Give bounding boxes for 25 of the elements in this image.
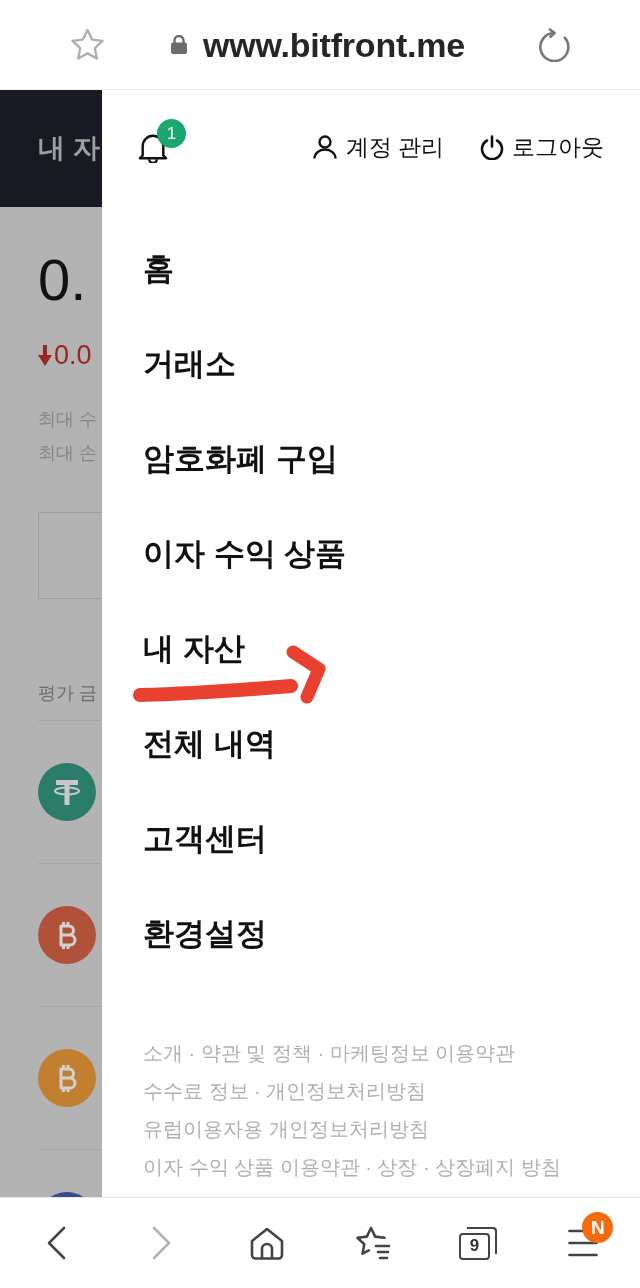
user-icon <box>312 135 337 159</box>
change-value: 0.0 <box>54 339 92 371</box>
bookmark-star-icon[interactable] <box>70 27 105 62</box>
logout-button[interactable]: 로그아웃 <box>480 132 604 162</box>
power-icon <box>480 134 504 160</box>
bookmarks-icon[interactable] <box>354 1225 392 1261</box>
menu-item[interactable]: 내 자산 <box>143 628 245 669</box>
menu-item[interactable]: 전체 내역 <box>143 723 276 764</box>
menu-item[interactable]: 홈 <box>143 248 174 289</box>
menu-item[interactable]: 이자 수익 상품 <box>143 533 347 574</box>
notification-badge: 1 <box>157 119 186 148</box>
section-label: 평가 금 <box>38 682 98 705</box>
url-text[interactable]: www.bitfront.me <box>203 24 466 65</box>
back-icon[interactable] <box>47 1226 67 1260</box>
lock-icon <box>171 35 187 54</box>
page-title: 내 자 <box>38 132 100 166</box>
menu-badge: N <box>582 1212 614 1243</box>
menu-item[interactable]: 환경설정 <box>143 913 267 954</box>
menu-item[interactable]: 암호화폐 구입 <box>143 438 338 479</box>
balance-value: 0. <box>38 251 88 309</box>
reload-icon[interactable] <box>537 27 571 62</box>
menu-item[interactable]: 고객센터 <box>143 818 267 859</box>
menu-item[interactable]: 거래소 <box>143 343 236 384</box>
home-icon[interactable] <box>250 1226 285 1260</box>
account-button[interactable]: 계정 관리 <box>312 132 444 162</box>
